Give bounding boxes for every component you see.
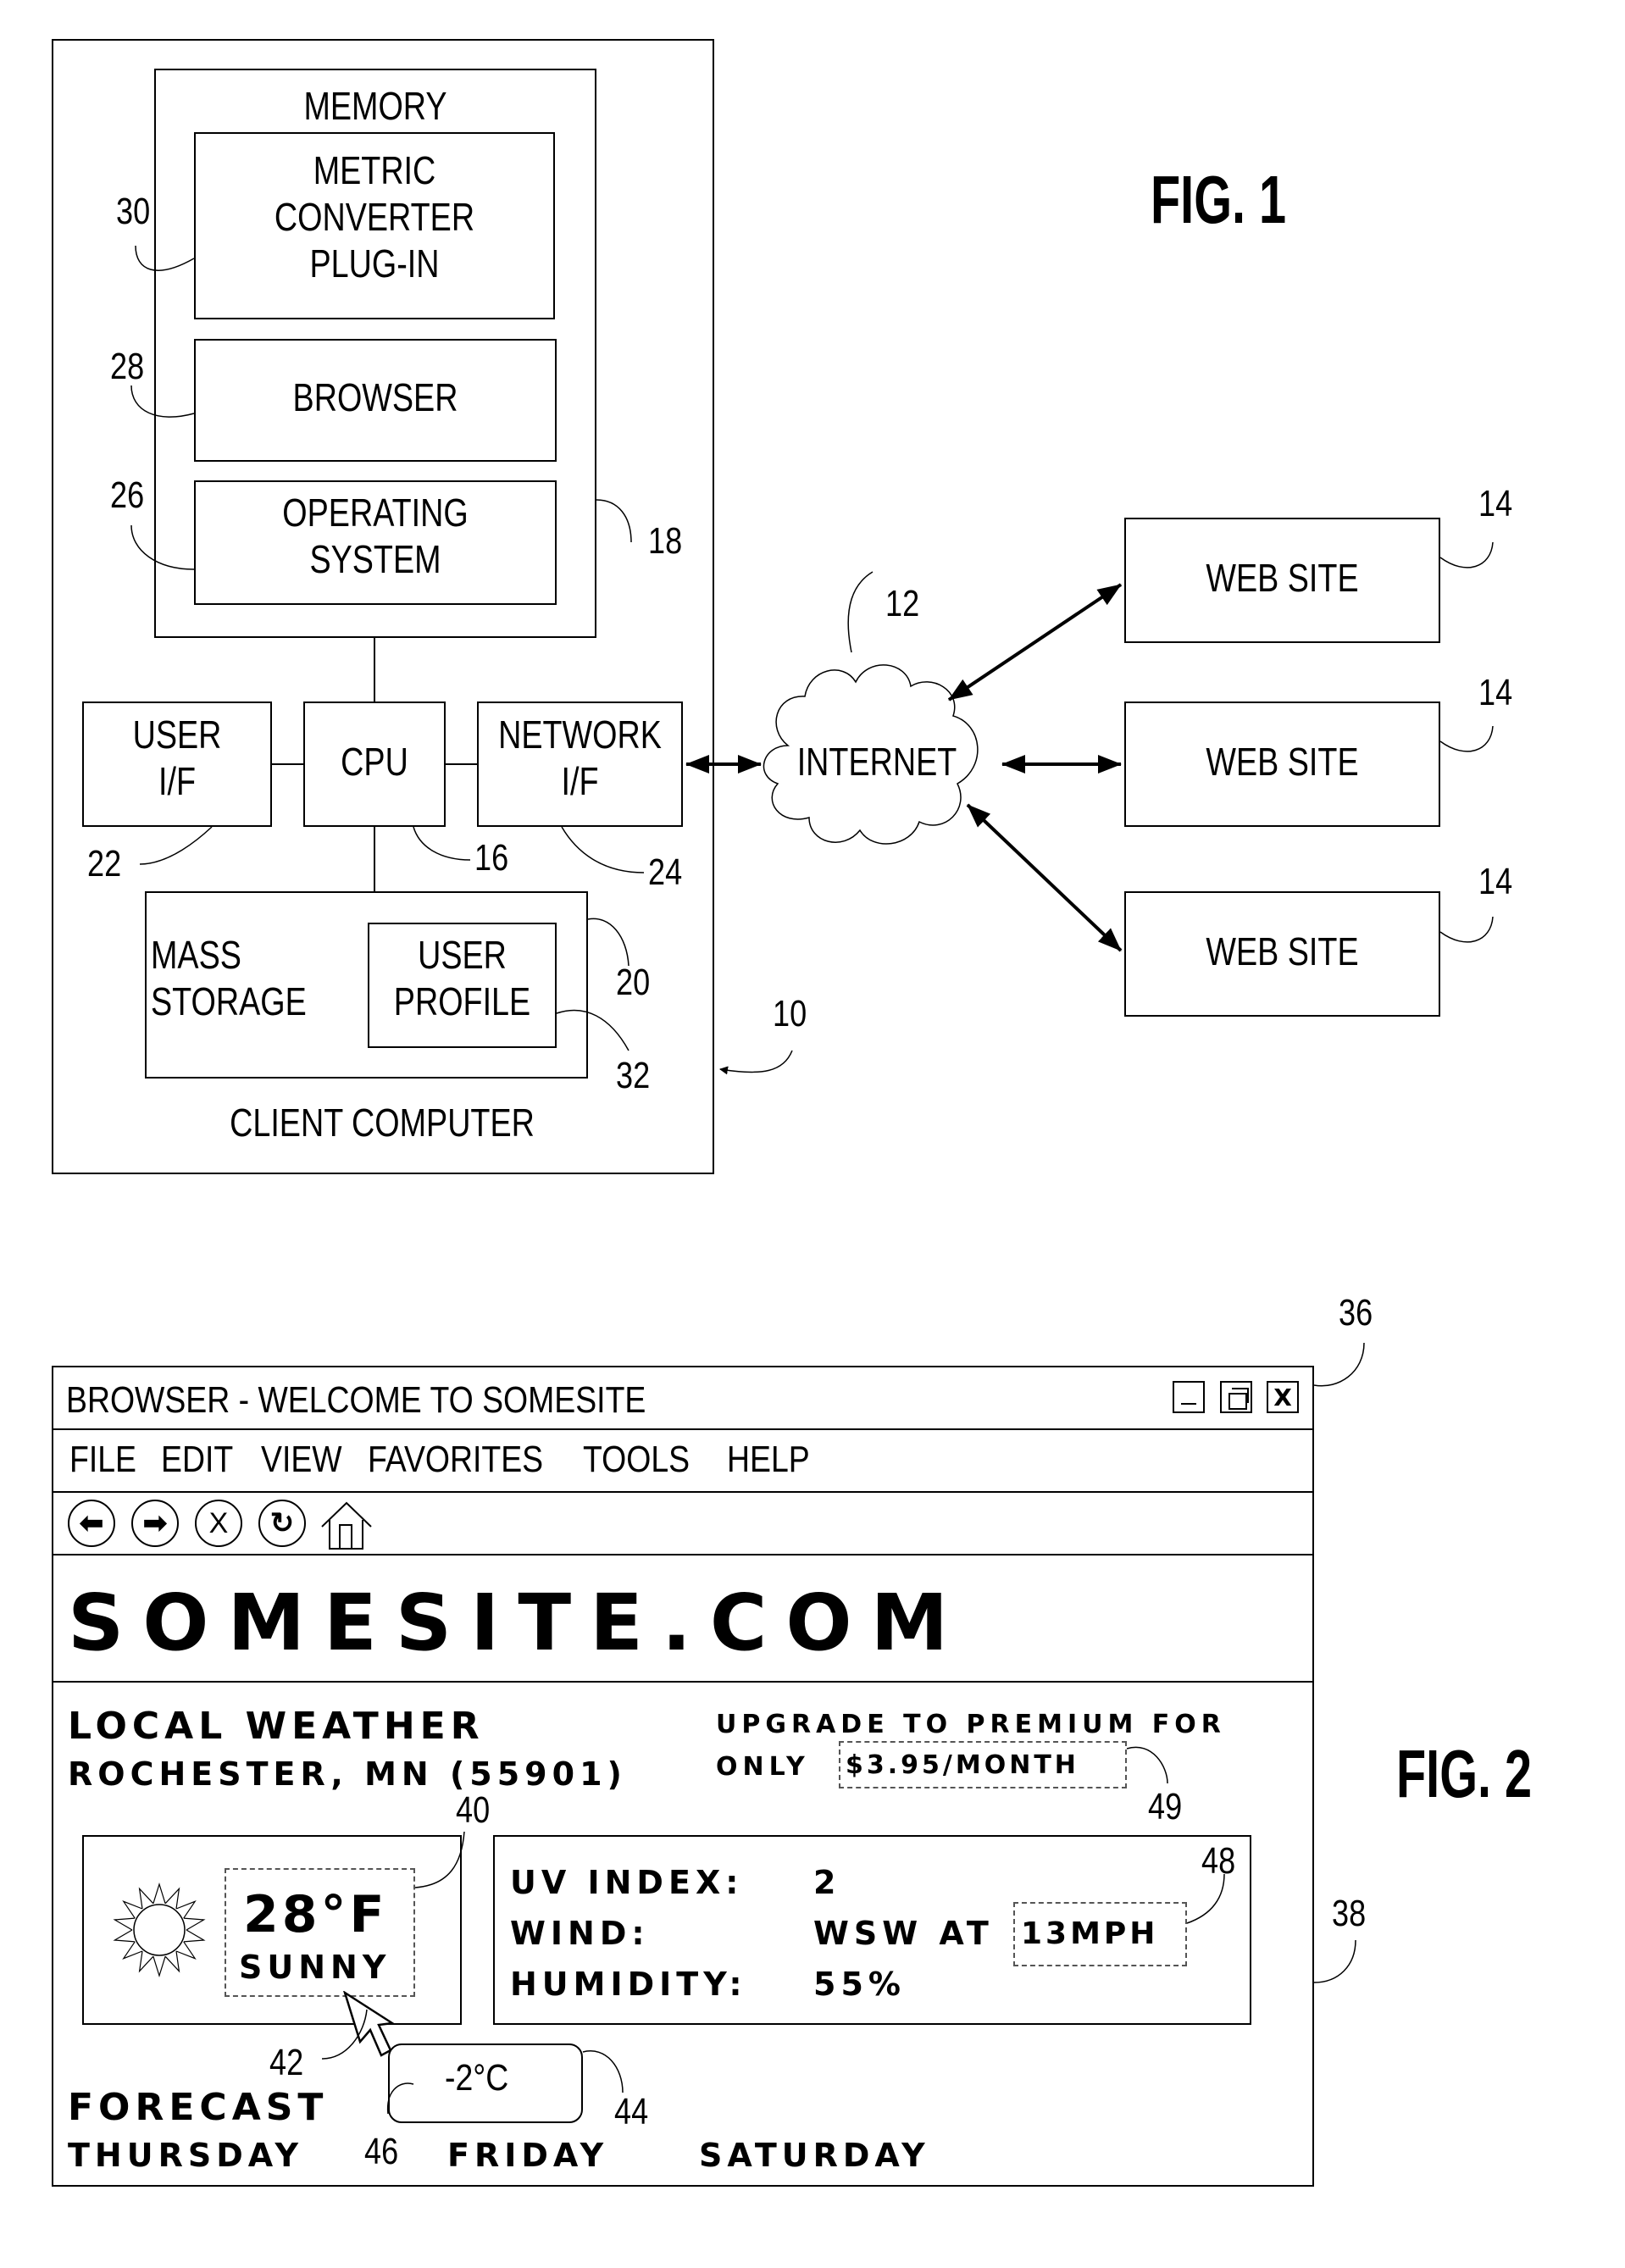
wind-value: WSW AT [813, 1915, 994, 1952]
metric-converter-label: METRIC CONVERTER PLUG-IN [274, 148, 475, 286]
close-button[interactable]: X [1267, 1381, 1299, 1413]
stop-icon: X [208, 1506, 229, 1539]
user-profile-label: USER PROFILE [393, 933, 531, 1024]
weather-location: ROCHESTER, MN (55901) [68, 1755, 627, 1793]
client-computer-label: CLIENT COMPUTER [230, 1101, 535, 1145]
humidity-value: 55% [813, 1966, 906, 2003]
ref-49: 49 [1148, 1786, 1183, 1827]
tooltip-text: -2°C [445, 2057, 509, 2099]
ref-28: 28 [110, 346, 145, 387]
forecast-label: FORECAST [68, 2086, 329, 2129]
network-if-label: NETWORK I/F [498, 713, 662, 804]
uv-index-value: 2 [813, 1864, 841, 1901]
promo-price[interactable]: $3.95/MONTH [846, 1750, 1079, 1780]
internet-website3-arrow [966, 803, 1123, 952]
ref-40: 40 [456, 1789, 491, 1831]
ref-26: 26 [110, 474, 145, 516]
web-site-label-2: WEB SITE [1206, 740, 1359, 784]
ref-18: 18 [648, 520, 683, 562]
promo-only: ONLY [716, 1752, 810, 1782]
ref-38: 38 [1332, 1893, 1367, 1934]
minimize-button[interactable] [1173, 1381, 1205, 1413]
operating-system-label: OPERATING SYSTEM [282, 491, 469, 582]
restore-button[interactable] [1220, 1381, 1252, 1413]
refresh-icon: ↻ [269, 1507, 295, 1539]
menu-favorites[interactable]: FAVORITES [368, 1439, 543, 1481]
ref-20: 20 [616, 962, 651, 1003]
forward-icon: ➡ [142, 1507, 168, 1539]
menu-help[interactable]: HELP [727, 1439, 810, 1481]
forecast-day-thursday[interactable]: THURSDAY [68, 2137, 303, 2174]
humidity-label: HUMIDITY: [510, 1966, 747, 2003]
menu-tools[interactable]: TOOLS [583, 1439, 690, 1481]
fig1-title: FIG. 1 [1151, 162, 1287, 237]
internet-label: INTERNET [796, 740, 957, 784]
ref-12: 12 [885, 583, 920, 624]
header-divider [52, 1681, 1314, 1683]
user-if-label: USER I/F [132, 713, 222, 804]
browser-label: BROWSER [292, 375, 458, 419]
menubar-divider [52, 1491, 1314, 1493]
fig2-title: FIG. 2 [1396, 1736, 1533, 1811]
menu-view[interactable]: VIEW [261, 1439, 342, 1481]
internet-website1-arrow [947, 583, 1123, 701]
ref-14-a: 14 [1478, 483, 1513, 524]
toolbar-divider [52, 1554, 1314, 1555]
current-temperature[interactable]: 28°F [243, 1885, 387, 1944]
mass-storage-label: MASS STORAGE [151, 933, 307, 1024]
memory-label: MEMORY [303, 84, 447, 128]
ref-16: 16 [474, 837, 509, 879]
window-title: BROWSER - WELCOME TO SOMESITE [66, 1379, 646, 1421]
ref-24: 24 [648, 851, 683, 893]
ref-14-b: 14 [1478, 672, 1513, 713]
ref-44: 44 [614, 2091, 649, 2132]
ref-46: 46 [364, 2131, 399, 2172]
current-condition: SUNNY [239, 1949, 391, 1986]
menu-file[interactable]: FILE [69, 1439, 136, 1481]
menu-edit[interactable]: EDIT [161, 1439, 233, 1481]
back-icon: ⬅ [79, 1507, 104, 1539]
sun-icon [113, 1883, 206, 1977]
uv-index-label: UV INDEX: [510, 1864, 744, 1901]
ref-22: 22 [87, 843, 122, 884]
web-site-label-3: WEB SITE [1206, 929, 1359, 973]
ref-32: 32 [616, 1055, 651, 1096]
cpu-label: CPU [341, 740, 408, 784]
home-icon [321, 1501, 372, 1550]
back-button[interactable]: ⬅ [68, 1500, 115, 1547]
ref-10: 10 [773, 993, 807, 1034]
forecast-day-saturday[interactable]: SATURDAY [699, 2137, 930, 2174]
forecast-day-friday[interactable]: FRIDAY [447, 2137, 608, 2174]
stop-button[interactable]: X [195, 1500, 242, 1547]
weather-heading: LOCAL WEATHER [68, 1705, 485, 1748]
site-logo[interactable]: SOMESITE.COM [68, 1578, 967, 1668]
ref-42: 42 [269, 2042, 304, 2083]
ref-30: 30 [116, 191, 151, 232]
wind-speed[interactable]: 13MPH [1021, 1916, 1158, 1951]
web-site-label-1: WEB SITE [1206, 556, 1359, 600]
minimize-icon [1181, 1403, 1196, 1405]
refresh-button[interactable]: ↻ [258, 1500, 306, 1547]
close-icon: X [1273, 1383, 1292, 1411]
forward-button[interactable]: ➡ [131, 1500, 179, 1547]
ref-36: 36 [1339, 1292, 1373, 1334]
wind-label: WIND: [510, 1915, 650, 1952]
sun-rays [113, 1883, 206, 1977]
ref-48: 48 [1201, 1840, 1236, 1882]
home-button[interactable] [320, 1501, 373, 1550]
titlebar-divider [52, 1428, 1314, 1430]
ref-14-c: 14 [1478, 861, 1513, 902]
promo-text: UPGRADE TO PREMIUM FOR [716, 1710, 1226, 1739]
